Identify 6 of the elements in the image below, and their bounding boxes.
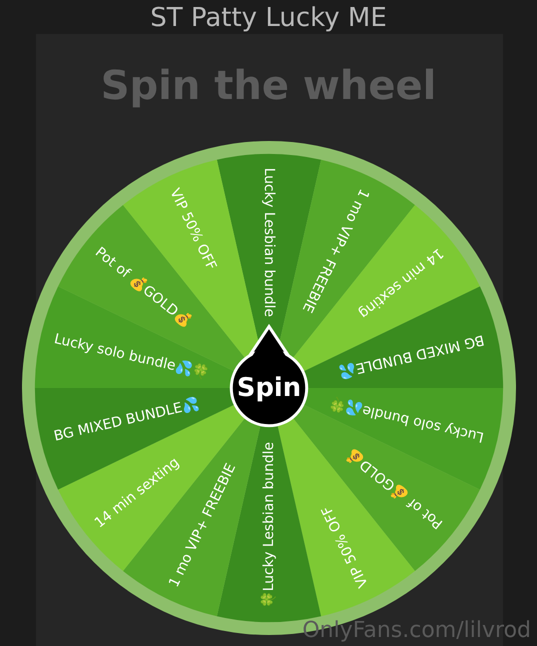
slice-label: VIP 50% OFF [166,186,219,273]
slice-label: Lucky Lesbian bundle [260,168,277,318]
slice-label: 🍀Lucky Lesbian bundle [260,442,276,608]
slice-label: VIP 50% OFF [318,503,372,590]
page-title: ST Patty Lucky ME [150,2,387,34]
footer-link-text: OnlyFans.com/lilvrod [302,618,531,644]
